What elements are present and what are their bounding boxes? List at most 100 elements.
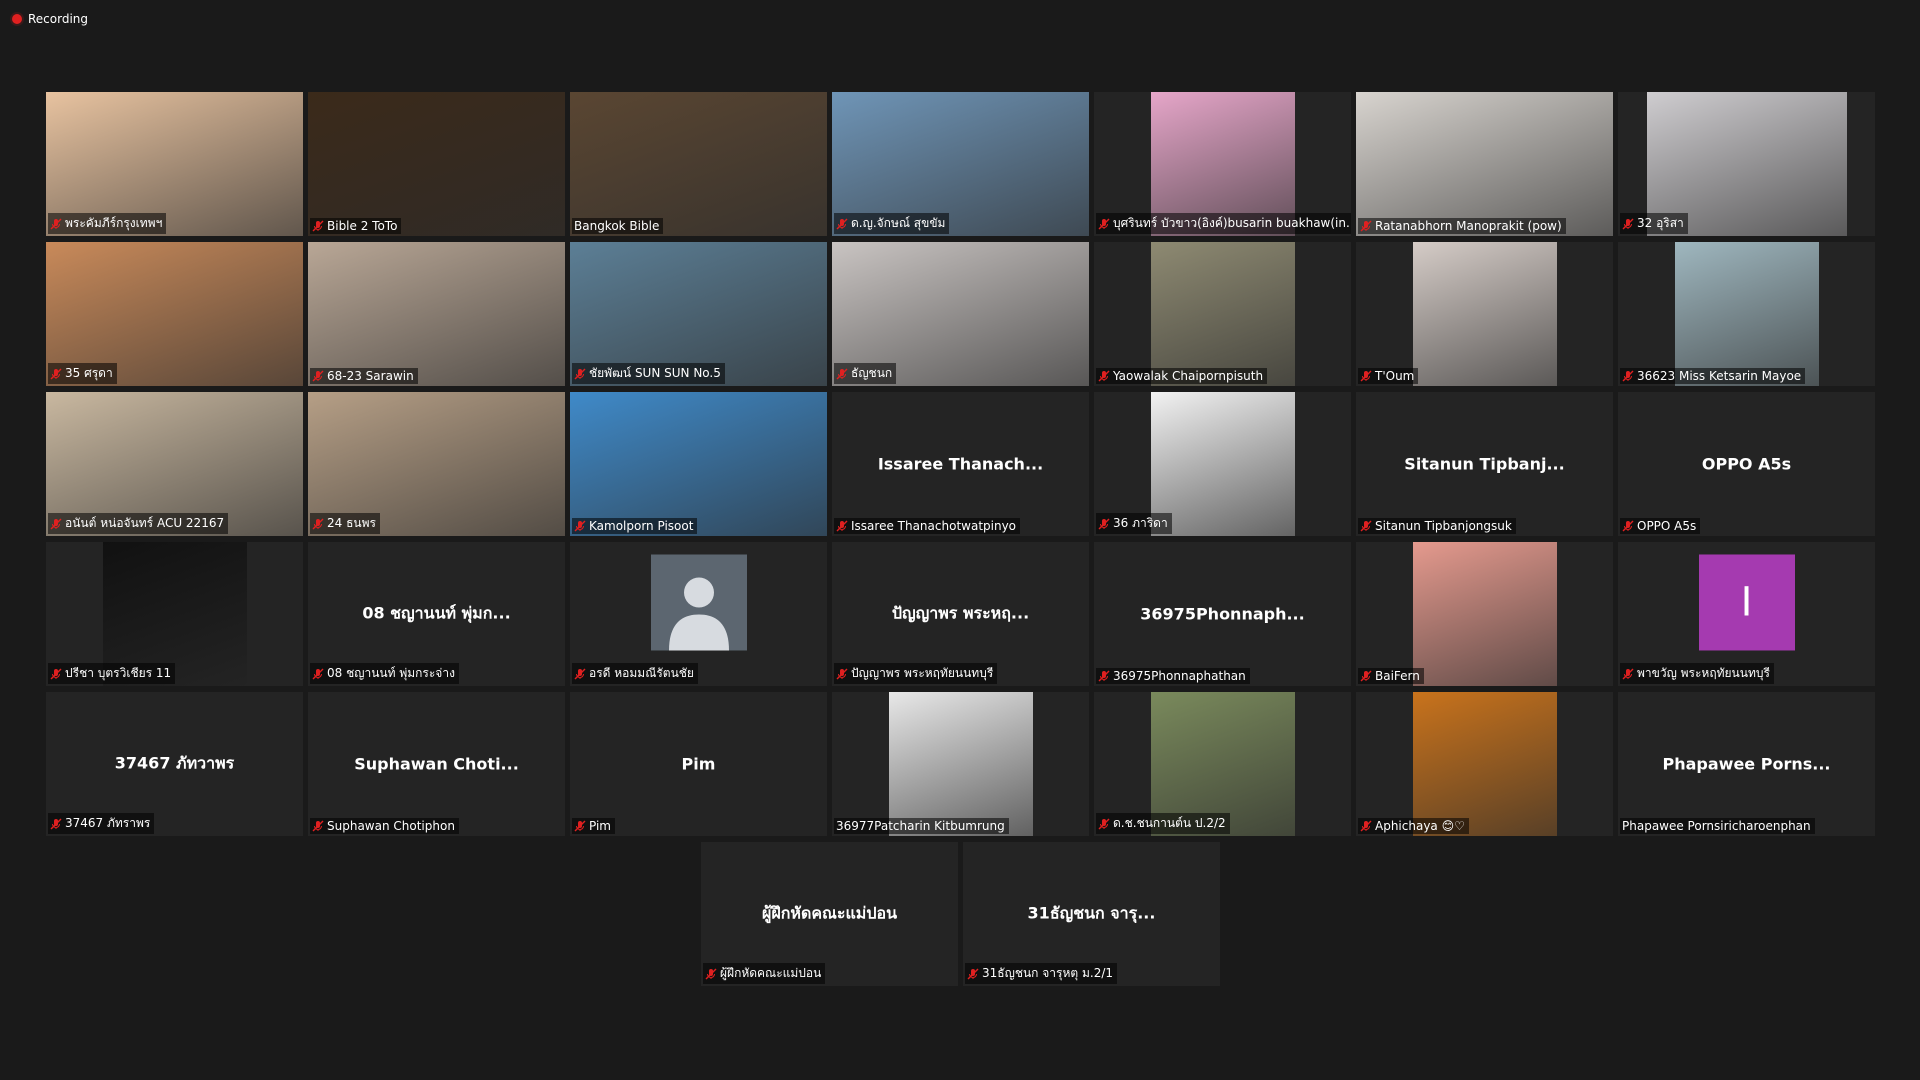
participant-tile[interactable]: 36977Patcharin Kitbumrung bbox=[832, 692, 1089, 836]
mic-muted-icon bbox=[312, 820, 324, 832]
participant-gallery-last-row: ผู้ฝึกหัดคณะแม่ปอน ผู้ฝึกหัดคณะแม่ปอน 31ธั… bbox=[701, 842, 1220, 986]
mic-muted-icon bbox=[1360, 220, 1372, 232]
participant-name-label: OPPO A5s bbox=[1620, 518, 1701, 534]
participant-tile[interactable]: อรดี หอมมณีรัตนชัย bbox=[570, 542, 827, 686]
participant-tile[interactable]: Suphawan Choti... Suphawan Chotiphon bbox=[308, 692, 565, 836]
participant-display-name: 36975Phonnaph... bbox=[1140, 604, 1305, 624]
participant-name-text: 36977Patcharin Kitbumrung bbox=[836, 819, 1005, 833]
participant-tile[interactable]: 36 ภาริดา bbox=[1094, 392, 1351, 536]
mic-muted-icon bbox=[574, 520, 586, 532]
participant-name-label: Ratanabhorn Manoprakit (pow) bbox=[1358, 218, 1566, 234]
participant-tile[interactable]: บุศรินทร์ บัวขาว(อิงค์)busarin buakhaw(i… bbox=[1094, 92, 1351, 236]
participant-tile[interactable]: ผู้ฝึกหัดคณะแม่ปอน ผู้ฝึกหัดคณะแม่ปอน bbox=[701, 842, 958, 986]
participant-tile[interactable]: Aphichaya 😊♡ bbox=[1356, 692, 1613, 836]
participant-tile[interactable]: 36623 Miss Ketsarin Mayoe bbox=[1618, 242, 1875, 386]
participant-name-label: อนันต์ หน่อจันทร์ ACU 22167 bbox=[48, 513, 229, 534]
participant-display-name: Sitanun Tipbanj... bbox=[1404, 454, 1565, 474]
participant-tile[interactable]: BaiFern bbox=[1356, 542, 1613, 686]
participant-tile[interactable]: อนันต์ หน่อจันทร์ ACU 22167 bbox=[46, 392, 303, 536]
mic-muted-icon bbox=[1098, 670, 1110, 682]
participant-name-label: Aphichaya 😊♡ bbox=[1358, 818, 1469, 834]
participant-tile[interactable]: ปัญญาพร พระหฤ... ปัญญาพร พระหฤทัยนนทบุรี bbox=[832, 542, 1089, 686]
participant-tile[interactable]: 68-23 Sarawin bbox=[308, 242, 565, 386]
participant-tile[interactable]: T'Oum bbox=[1356, 242, 1613, 386]
mic-muted-icon bbox=[574, 668, 586, 679]
participant-display-name: Suphawan Choti... bbox=[354, 754, 519, 774]
participant-name-text: ปัญญาพร พระหฤทัยนนทบุรี bbox=[851, 666, 994, 680]
participant-name-label: พระคัมภีร์กรุงเทพฯ bbox=[48, 213, 167, 234]
participant-name-text: Sitanun Tipbanjongsuk bbox=[1375, 519, 1512, 533]
mic-muted-icon bbox=[50, 668, 62, 679]
participant-display-name: ปัญญาพร พระหฤ... bbox=[891, 603, 1030, 623]
mic-muted-icon bbox=[1360, 670, 1372, 682]
participant-tile[interactable]: 37467 ภัทวาพร 37467 ภัทราพร bbox=[46, 692, 303, 836]
participant-name-text: Ratanabhorn Manoprakit (pow) bbox=[1375, 219, 1562, 233]
participant-tile[interactable]: 36975Phonnaph... 36975Phonnaphathan bbox=[1094, 542, 1351, 686]
participant-tile[interactable]: Yaowalak Chaipornpisuth bbox=[1094, 242, 1351, 386]
participant-tile[interactable]: OPPO A5s OPPO A5s bbox=[1618, 392, 1875, 536]
participant-name-text: OPPO A5s bbox=[1637, 519, 1697, 533]
participant-name-text: ผู้ฝึกหัดคณะแม่ปอน bbox=[720, 966, 822, 980]
participant-name-text: Issaree Thanachotwatpinyo bbox=[851, 519, 1017, 533]
participant-video bbox=[1412, 242, 1557, 386]
mic-muted-icon bbox=[50, 818, 62, 829]
participant-tile[interactable]: I พาขวัญ พระหฤทัยนนทบุรี bbox=[1618, 542, 1875, 686]
participant-name-label: Yaowalak Chaipornpisuth bbox=[1096, 368, 1268, 384]
mic-muted-icon bbox=[1360, 820, 1372, 832]
participant-name-text: 36623 Miss Ketsarin Mayoe bbox=[1637, 369, 1802, 383]
participant-tile[interactable]: Pim Pim bbox=[570, 692, 827, 836]
mic-muted-icon bbox=[836, 520, 848, 532]
mic-muted-icon bbox=[1098, 370, 1110, 382]
participant-tile[interactable]: ปรีชา บุตรวิเชียร 11 bbox=[46, 542, 303, 686]
participant-name-label: 36 ภาริดา bbox=[1096, 513, 1172, 534]
participant-name-label: T'Oum bbox=[1358, 368, 1419, 384]
mic-muted-icon bbox=[705, 968, 717, 979]
participant-tile[interactable]: Kamolporn Pisoot bbox=[570, 392, 827, 536]
participant-tile[interactable]: 32 อุริสา bbox=[1618, 92, 1875, 236]
participant-name-label: 37467 ภัทราพร bbox=[48, 813, 155, 834]
participant-tile[interactable]: Phapawee Porns... Phapawee Pornsiricharoe… bbox=[1618, 692, 1875, 836]
participant-name-text: อรดี หอมมณีรัตนชัย bbox=[589, 666, 694, 680]
participant-name-label: พาขวัญ พระหฤทัยนนทบุรี bbox=[1620, 663, 1774, 684]
participant-name-label: 35 ศรุดา bbox=[48, 363, 117, 384]
participant-tile[interactable]: ด.ญ.จักษณ์ สุขขัม bbox=[832, 92, 1089, 236]
participant-tile[interactable]: ธัญชนก bbox=[832, 242, 1089, 386]
participant-name-label: BaiFern bbox=[1358, 668, 1424, 684]
participant-name-text: Bangkok Bible bbox=[574, 219, 660, 233]
mic-muted-icon bbox=[836, 668, 848, 679]
mic-muted-icon bbox=[836, 218, 848, 229]
participant-name-text: Pim bbox=[589, 819, 611, 833]
participant-gallery: พระคัมภีร์กรุงเทพฯ Bible 2 ToTo Bangkok Bi… bbox=[46, 92, 1875, 836]
mic-muted-icon bbox=[1098, 818, 1110, 829]
participant-video bbox=[1412, 692, 1557, 836]
participant-tile[interactable]: Bible 2 ToTo bbox=[308, 92, 565, 236]
participant-tile[interactable]: ด.ช.ชนกานต์น ป.2/2 bbox=[1094, 692, 1351, 836]
participant-tile[interactable]: 08 ชญานนท์ พุ่มก... 08 ชญานนท์ พุ่มกระจ่า… bbox=[308, 542, 565, 686]
participant-tile[interactable]: 31ธัญชนก จารุ... 31ธัญชนก จารุหตุ ม.2/1 bbox=[963, 842, 1220, 986]
recording-label: Recording bbox=[28, 12, 89, 26]
participant-tile[interactable]: 24 ธนพร bbox=[308, 392, 565, 536]
recording-dot-icon bbox=[12, 14, 22, 24]
mic-muted-icon bbox=[574, 368, 586, 379]
participant-tile[interactable]: 35 ศรุดา bbox=[46, 242, 303, 386]
mic-muted-icon bbox=[967, 968, 979, 979]
participant-tile[interactable]: พระคัมภีร์กรุงเทพฯ bbox=[46, 92, 303, 236]
participant-name-text: Kamolporn Pisoot bbox=[589, 519, 694, 533]
participant-name-label: Suphawan Chotiphon bbox=[310, 818, 459, 834]
participant-video bbox=[1150, 392, 1295, 536]
participant-name-text: 32 อุริสา bbox=[1637, 216, 1684, 230]
participant-tile[interactable]: Ratanabhorn Manoprakit (pow) bbox=[1356, 92, 1613, 236]
participant-tile[interactable]: ชัยพัฒน์ SUN SUN No.5 bbox=[570, 242, 827, 386]
participant-name-text: Aphichaya 😊♡ bbox=[1375, 819, 1465, 833]
participant-name-label: 36975Phonnaphathan bbox=[1096, 668, 1250, 684]
participant-tile[interactable]: Sitanun Tipbanj... Sitanun Tipbanjongsuk bbox=[1356, 392, 1613, 536]
participant-name-text: ปรีชา บุตรวิเชียร 11 bbox=[65, 666, 172, 680]
participant-name-text: พระคัมภีร์กรุงเทพฯ bbox=[65, 216, 163, 230]
participant-name-label: 32 อุริสา bbox=[1620, 213, 1688, 234]
participant-name-label: Kamolporn Pisoot bbox=[572, 518, 698, 534]
mic-muted-icon bbox=[312, 518, 324, 529]
participant-tile[interactable]: Bangkok Bible bbox=[570, 92, 827, 236]
participant-tile[interactable]: Issaree Thanach... Issaree Thanachotwatpi… bbox=[832, 392, 1089, 536]
participant-name-text: T'Oum bbox=[1375, 369, 1415, 383]
recording-indicator: Recording bbox=[12, 12, 88, 26]
